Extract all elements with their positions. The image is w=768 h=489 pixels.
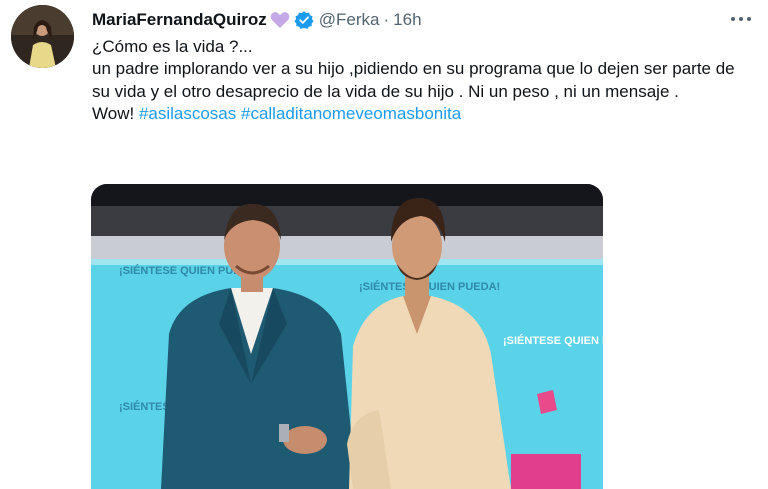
set-sign-text: ¡SIÉNTESE QUIEN PUEDA! xyxy=(359,280,500,293)
author-handle[interactable]: @Ferka xyxy=(319,10,380,30)
purple-heart-icon xyxy=(270,11,290,29)
tweet[interactable]: MariaFernandaQuiroz @Ferka · 16h ¿Cómo e… xyxy=(0,0,768,489)
tweet-timestamp[interactable]: 16h xyxy=(393,10,421,30)
hashtag-link[interactable]: #asilascosas xyxy=(139,104,236,123)
separator-dot: · xyxy=(383,10,390,29)
tweet-text: ¿Cómo es la vida ?... un padre implorand… xyxy=(92,36,757,126)
avatar[interactable] xyxy=(11,5,74,68)
hashtag-link[interactable]: #calladitanomeveomasbonita xyxy=(241,104,461,123)
verified-badge-icon xyxy=(294,10,314,30)
tweet-header: MariaFernandaQuiroz @Ferka · 16h xyxy=(92,9,422,31)
tweet-text-hashtag-line: Wow! #asilascosas #calladitanomeveomasbo… xyxy=(92,103,757,125)
author-display-name[interactable]: MariaFernandaQuiroz xyxy=(92,10,267,30)
tweet-text-line: un padre implorando ver a su hijo ,pidie… xyxy=(92,59,735,101)
tweet-text-prefix: Wow! xyxy=(92,104,135,124)
tweet-text-line: ¿Cómo es la vida ?... xyxy=(92,37,253,56)
set-sign-text: ¡SIÉNTESE QUIEN P xyxy=(503,334,603,347)
more-options-icon[interactable] xyxy=(728,9,754,29)
tweet-media-photo[interactable]: ¡SIÉNTESE QUIEN PUEDA! ¡SIÉNTESE QUIEN P… xyxy=(91,184,603,489)
